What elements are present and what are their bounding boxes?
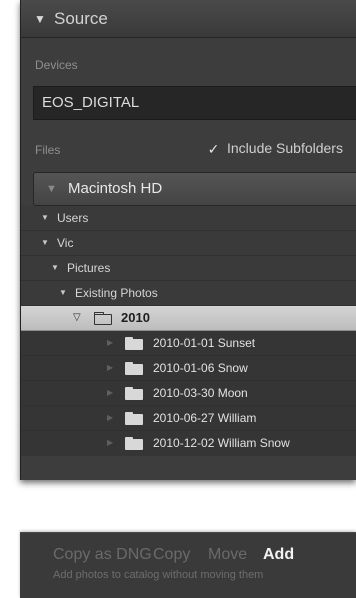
- tree-item-users[interactable]: ▼ Users: [21, 206, 356, 231]
- folder-icon: [125, 337, 143, 350]
- tree-item-label: Vic: [57, 236, 74, 250]
- folder-icon: [125, 437, 143, 450]
- tree-item-label: 2010-01-06 Snow: [153, 361, 248, 375]
- volume-triangle-icon[interactable]: ▼: [46, 173, 57, 205]
- device-item-eos-digital[interactable]: EOS_DIGITAL: [33, 86, 356, 120]
- tree-item-vic[interactable]: ▼ Vic: [21, 231, 356, 256]
- move-button[interactable]: Move: [208, 546, 247, 564]
- volume-name: Macintosh HD: [68, 180, 163, 197]
- tree-item-label: 2010-03-30 Moon: [153, 386, 248, 400]
- folder-icon: [125, 412, 143, 425]
- expand-triangle-icon[interactable]: ▼: [51, 256, 59, 280]
- devices-label: Devices: [35, 58, 78, 72]
- disclosure-triangle-icon[interactable]: ▶: [107, 331, 113, 355]
- include-subfolders-label: Include Subfolders: [227, 140, 343, 156]
- checkmark-icon: ✓: [207, 141, 220, 157]
- tree-item-subfolder[interactable]: ▶ 2010-12-02 William Snow: [21, 431, 356, 456]
- copy-button[interactable]: Copy: [153, 546, 190, 564]
- tree-item-label: 2010-06-27 William: [153, 411, 257, 425]
- folder-icon: [125, 387, 143, 400]
- files-label: Files: [35, 143, 61, 157]
- tree-item-subfolder[interactable]: ▶ 2010-03-30 Moon: [21, 381, 356, 406]
- tree-item-subfolder[interactable]: ▶ 2010-01-01 Sunset: [21, 331, 356, 356]
- tree-item-label: 2010: [121, 310, 150, 325]
- folder-icon: [94, 312, 112, 325]
- source-panel: ▼ Source Devices EOS_DIGITAL Files ✓ Incl…: [20, 0, 356, 480]
- tree-item-label: 2010-12-02 William Snow: [153, 436, 290, 450]
- tree-item-label: Existing Photos: [75, 286, 158, 300]
- tree-item-pictures[interactable]: ▼ Pictures: [21, 256, 356, 281]
- add-button[interactable]: Add: [263, 546, 294, 564]
- include-subfolders-checkbox[interactable]: ✓ Include Subfolders: [207, 140, 343, 156]
- tree-item-label: Users: [57, 211, 89, 225]
- source-title: Source: [54, 9, 108, 28]
- disclosure-triangle-icon[interactable]: ▶: [107, 356, 113, 380]
- tree-item-existing-photos[interactable]: ▼ Existing Photos: [21, 281, 356, 306]
- expand-triangle-icon[interactable]: ▼: [59, 281, 67, 305]
- mode-description: Add photos to catalog without moving the…: [53, 569, 264, 581]
- collapse-triangle-icon[interactable]: ▼: [34, 0, 46, 38]
- expand-triangle-icon[interactable]: ▼: [41, 206, 49, 230]
- copy-as-dng-button[interactable]: Copy as DNG: [53, 546, 152, 564]
- source-header[interactable]: ▼ Source: [21, 0, 356, 38]
- expand-triangle-icon[interactable]: ▼: [41, 231, 49, 255]
- disclosure-triangle-icon[interactable]: ▶: [107, 431, 113, 455]
- tree-item-label: Pictures: [67, 261, 111, 275]
- expand-triangle-outline-icon[interactable]: ▽: [73, 306, 81, 330]
- tree-item-label: 2010-01-01 Sunset: [153, 336, 256, 350]
- volume-macintosh-hd[interactable]: ▼ Macintosh HD: [33, 172, 356, 206]
- tree-item-subfolder[interactable]: ▶ 2010-01-06 Snow: [21, 356, 356, 381]
- tree-item-2010-selected[interactable]: ▽ 2010: [21, 306, 356, 331]
- folder-icon: [125, 362, 143, 375]
- tree-item-subfolder[interactable]: ▶ 2010-06-27 William: [21, 406, 356, 431]
- disclosure-triangle-icon[interactable]: ▶: [107, 406, 113, 430]
- import-mode-panel: Copy as DNG Copy Move Add Add photos to …: [20, 532, 356, 598]
- disclosure-triangle-icon[interactable]: ▶: [107, 381, 113, 405]
- device-name: EOS_DIGITAL: [42, 94, 140, 111]
